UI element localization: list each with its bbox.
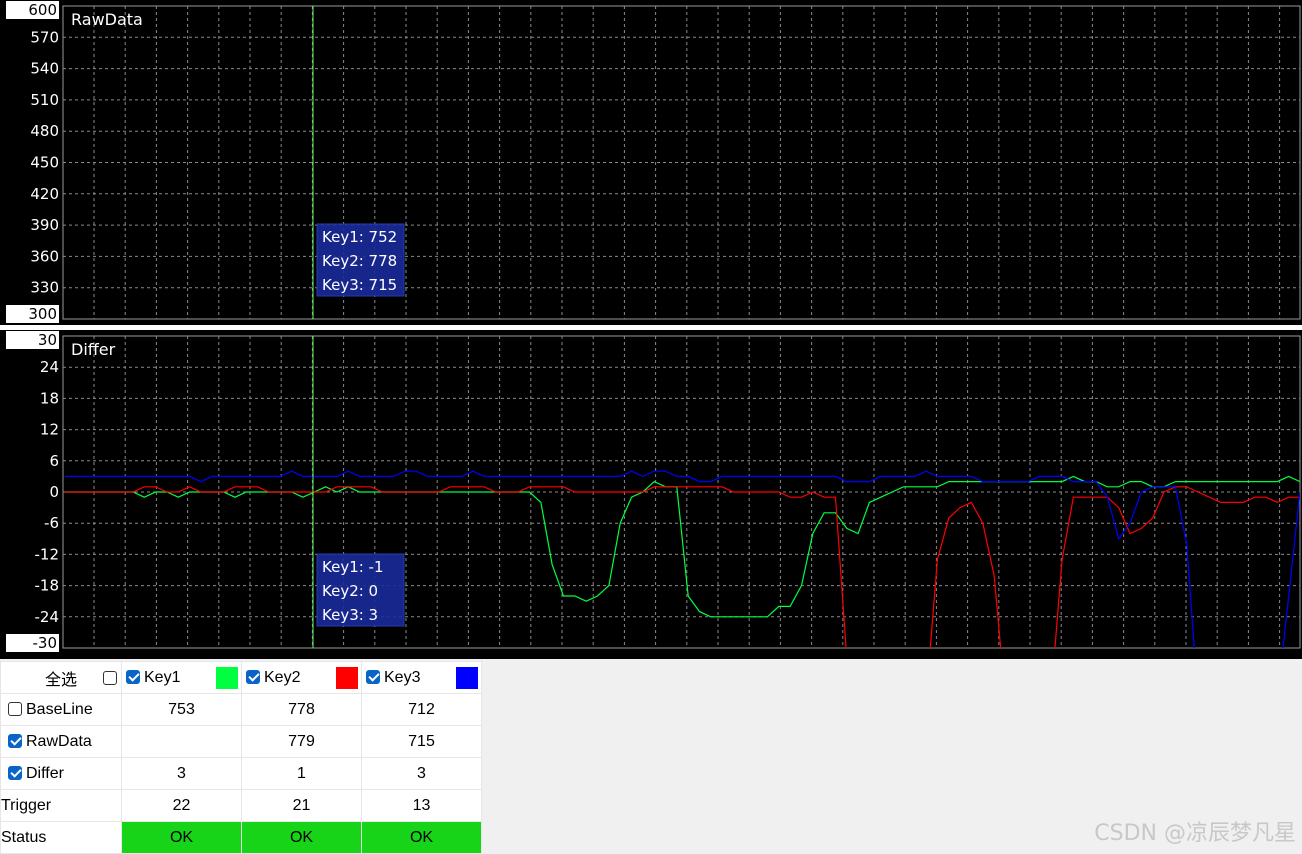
table-cell: 13 <box>361 789 482 822</box>
y-tick-label: 510 <box>30 91 59 109</box>
differ-row-label[interactable]: Differ <box>0 757 122 790</box>
y-tick-label: 300 <box>28 305 57 323</box>
table-cell: 1 <box>241 757 362 790</box>
y-tick-label: 480 <box>30 122 59 140</box>
chart-title: RawData <box>71 10 143 29</box>
table-cell: 21 <box>241 789 362 822</box>
y-tick-label: 540 <box>30 60 59 78</box>
row-label-text: RawData <box>26 732 92 750</box>
status-badge: OK <box>241 821 362 854</box>
row-label-text: Differ <box>26 764 64 782</box>
table-row: Differ 3 1 3 <box>0 757 482 790</box>
chart-title: Differ <box>71 340 116 359</box>
tooltip-line: Key2: 778 <box>322 252 397 270</box>
table-cell <box>121 725 242 758</box>
table-row: Trigger 22 21 13 <box>0 789 482 822</box>
table-cell: 715 <box>361 725 482 758</box>
select-all-cell[interactable]: 全选 <box>0 661 122 694</box>
y-tick-label: 330 <box>30 279 59 297</box>
watermark: CSDN @凉辰梦凡星 <box>1094 821 1296 846</box>
tooltip-line: Key1: -1 <box>322 558 384 576</box>
select-all-label: 全选 <box>45 671 78 689</box>
cursor-tooltip: Key1: 752 Key2: 778 Key3: 715 <box>316 223 405 297</box>
table-cell: 779 <box>241 725 362 758</box>
select-all-checkbox[interactable] <box>103 670 117 685</box>
chart-svg: 3024181260-6-12-18-24-30DifferKey1: -1Ke… <box>6 331 1301 652</box>
y-tick-label: 600 <box>28 1 57 19</box>
key3-label: Key3 <box>384 668 421 686</box>
status-badge: OK <box>121 821 242 854</box>
table-cell: 22 <box>121 789 242 822</box>
key3-checkbox[interactable] <box>366 669 380 684</box>
y-tick-label: 30 <box>38 331 57 349</box>
y-tick-label: -12 <box>35 545 60 563</box>
tooltip-line: Key3: 3 <box>322 606 378 624</box>
baseline-row-label[interactable]: BaseLine <box>0 693 122 726</box>
baseline-checkbox[interactable] <box>8 701 22 716</box>
key1-color-swatch[interactable] <box>216 666 238 689</box>
y-tick-label: -18 <box>35 577 60 595</box>
key2-color-swatch[interactable] <box>336 666 358 689</box>
y-tick-label: 6 <box>49 452 59 470</box>
rawdata-chart-panel[interactable]: 600 570 540 510 480 450 420 390 360 330 300 RawData… <box>0 0 1302 325</box>
table-cell: 3 <box>121 757 242 790</box>
chart-area: 600 570 540 510 480 450 420 390 360 330 300 RawData… <box>0 0 1302 659</box>
key1-label: Key1 <box>144 668 181 686</box>
cursor-tooltip: Key1: -1 Key2: 0 Key3: 3 <box>316 553 405 627</box>
y-tick-label: -24 <box>35 608 60 626</box>
table-row: Status OK OK OK <box>0 821 482 854</box>
key1-checkbox[interactable] <box>126 669 140 684</box>
tooltip-line: Key1: 752 <box>322 228 397 246</box>
y-tick-label: 18 <box>40 389 59 407</box>
table-cell: 753 <box>121 693 242 726</box>
table-cell: 712 <box>361 693 482 726</box>
y-tick-label: 0 <box>49 483 59 501</box>
table-header-row: 全选 Key1 Key2 Key3 <box>0 661 482 694</box>
y-tick-label: 390 <box>30 216 59 234</box>
y-tick-label: 420 <box>30 185 59 203</box>
table-row: BaseLine 753 778 712 <box>0 693 482 726</box>
key3-color-swatch[interactable] <box>456 666 478 689</box>
y-tick-label: 360 <box>30 247 59 265</box>
chart-svg: 600 570 540 510 480 450 420 390 360 330 300 RawData… <box>6 1 1301 323</box>
table-cell: 3 <box>361 757 482 790</box>
key2-header[interactable]: Key2 <box>241 661 362 694</box>
key3-header[interactable]: Key3 <box>361 661 482 694</box>
key2-label: Key2 <box>264 668 301 686</box>
table-cell: 778 <box>241 693 362 726</box>
key-data-table: 全选 Key1 Key2 Key3 BaseLine 753 778 712 R… <box>0 661 482 854</box>
table-row: RawData 779 715 <box>0 725 482 758</box>
y-tick-label: 12 <box>40 421 59 439</box>
y-tick-label: 450 <box>30 154 59 172</box>
y-tick-label: -6 <box>44 514 59 532</box>
rawdata-checkbox[interactable] <box>8 733 22 748</box>
y-tick-label: 24 <box>40 358 59 376</box>
key2-checkbox[interactable] <box>246 669 260 684</box>
rawdata-row-label[interactable]: RawData <box>0 725 122 758</box>
row-label-text: BaseLine <box>26 700 93 718</box>
tooltip-line: Key2: 0 <box>322 582 378 600</box>
differ-chart-panel[interactable]: 30 24 18 12 6 0 -6 -12 -18 -24 -30 Differ Key1: -1 Ke… <box>0 330 1302 659</box>
key1-header[interactable]: Key1 <box>121 661 242 694</box>
status-badge: OK <box>361 821 482 854</box>
tooltip-line: Key3: 715 <box>322 276 397 294</box>
y-tick-label: 570 <box>30 28 59 46</box>
y-tick-label: -30 <box>33 634 58 652</box>
differ-checkbox[interactable] <box>8 765 22 780</box>
trigger-row-label: Trigger <box>0 789 122 822</box>
status-row-label: Status <box>0 821 122 854</box>
